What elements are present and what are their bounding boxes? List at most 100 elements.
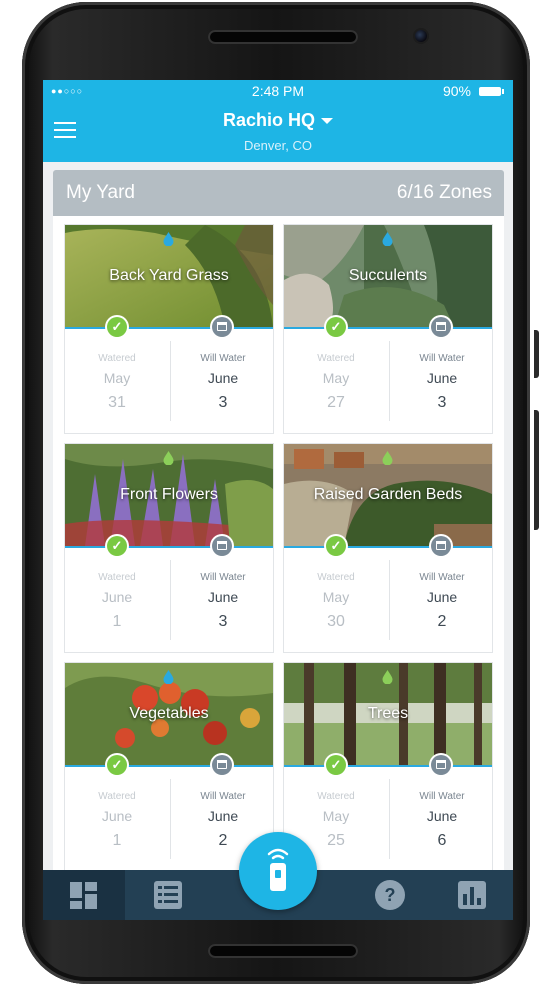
drop-shape xyxy=(382,670,393,684)
will-water-label: Will Water xyxy=(200,353,246,364)
calendar-icon xyxy=(431,317,451,337)
svg-text:?: ? xyxy=(385,885,396,905)
calendar-icon xyxy=(212,536,232,556)
will-water-month: June xyxy=(426,589,458,605)
water-drop-icon xyxy=(382,670,393,684)
app-header: Rachio HQ Denver, CO xyxy=(43,102,513,162)
nav-tab-reports[interactable] xyxy=(431,870,513,920)
yard-summary-bar: My Yard 6/16 Zones xyxy=(53,170,504,216)
will-water-day: 6 xyxy=(437,832,447,849)
zone-name: Trees xyxy=(367,705,409,722)
remote-control-icon xyxy=(267,848,289,891)
will-water-day: 2 xyxy=(437,613,447,630)
battery-percent: 90% xyxy=(442,83,471,99)
status-bar: ●●○○○ 2:48 PM 90% xyxy=(43,80,513,102)
list-icon xyxy=(154,881,182,909)
drop-shape xyxy=(163,451,174,465)
watered-month: June xyxy=(101,589,133,605)
watered-day: 1 xyxy=(112,613,122,630)
watered-check-icon: ✓ xyxy=(107,536,127,556)
will-water-label: Will Water xyxy=(200,791,246,802)
water-drop-icon xyxy=(163,451,174,465)
watered-month: May xyxy=(322,589,350,605)
zone-card[interactable]: Raised Garden Beds ✓ Watered May 30 Will… xyxy=(283,443,493,653)
nav-tab-dashboard[interactable] xyxy=(43,870,125,920)
water-drop-icon xyxy=(163,670,174,684)
will-water-day: 3 xyxy=(437,394,447,411)
watered-column: Watered June 1 xyxy=(65,572,169,631)
will-water-day: 3 xyxy=(218,613,228,630)
drop-shape xyxy=(382,232,393,246)
dashboard-icon xyxy=(70,882,97,909)
will-water-label: Will Water xyxy=(419,791,465,802)
watered-month: May xyxy=(322,370,350,386)
watered-check-icon: ✓ xyxy=(326,755,346,775)
zone-card[interactable]: Front Flowers ✓ Watered June 1 Will Wate… xyxy=(64,443,274,653)
drop-shape xyxy=(163,670,174,684)
watered-column: Watered June 1 xyxy=(65,791,169,850)
will-water-label: Will Water xyxy=(419,353,465,364)
zone-card[interactable]: Back Yard Grass ✓ Watered May 31 Will Wa… xyxy=(64,224,274,434)
remote-control-button[interactable] xyxy=(239,832,317,910)
location-selector[interactable]: Rachio HQ xyxy=(43,110,513,131)
watered-check-icon: ✓ xyxy=(107,317,127,337)
watered-column: Watered May 30 xyxy=(284,572,388,631)
watered-check-icon: ✓ xyxy=(326,536,346,556)
will-water-column: Will Water June 3 xyxy=(171,572,275,631)
will-water-month: June xyxy=(207,808,239,824)
watered-day: 31 xyxy=(108,394,126,411)
watered-label: Watered xyxy=(317,791,355,802)
watered-label: Watered xyxy=(98,791,136,802)
drop-shape xyxy=(382,451,393,465)
zones-count: 6/16 Zones xyxy=(396,182,492,203)
watered-month: May xyxy=(103,370,131,386)
will-water-column: Will Water June 3 xyxy=(171,353,275,412)
location-title: Rachio HQ xyxy=(222,110,315,130)
will-water-column: Will Water June 2 xyxy=(390,572,494,631)
zone-name: Front Flowers xyxy=(120,486,218,503)
calendar-icon xyxy=(212,317,232,337)
photo-divider xyxy=(65,546,273,548)
calendar-icon xyxy=(431,536,451,556)
bottom-speaker xyxy=(208,944,358,958)
will-water-month: June xyxy=(426,370,458,386)
watered-check-icon: ✓ xyxy=(326,317,346,337)
will-water-month: June xyxy=(207,589,239,605)
will-water-month: June xyxy=(426,808,458,824)
photo-divider xyxy=(284,546,492,548)
location-subtitle: Denver, CO xyxy=(244,138,312,153)
volume-button xyxy=(534,410,539,530)
watered-label: Watered xyxy=(98,353,136,364)
zone-name: Raised Garden Beds xyxy=(313,486,463,503)
battery-icon xyxy=(479,87,504,96)
photo-divider xyxy=(65,765,273,767)
photo-divider xyxy=(284,765,492,767)
watered-check-icon: ✓ xyxy=(107,755,127,775)
caret-down-icon xyxy=(321,118,333,125)
watered-label: Watered xyxy=(98,572,136,583)
yard-title: My Yard xyxy=(66,182,135,203)
watered-column: Watered May 27 xyxy=(284,353,388,412)
power-button xyxy=(534,330,539,378)
zone-name: Succulents xyxy=(348,267,428,284)
zone-card[interactable]: Succulents ✓ Watered May 27 Will Water J… xyxy=(283,224,493,434)
watered-month: May xyxy=(322,808,350,824)
front-camera xyxy=(415,30,427,42)
zone-name: Back Yard Grass xyxy=(109,267,229,284)
will-water-column: Will Water June 3 xyxy=(390,353,494,412)
will-water-label: Will Water xyxy=(200,572,246,583)
will-water-day: 3 xyxy=(218,394,228,411)
photo-divider xyxy=(65,327,273,329)
zone-name: Vegetables xyxy=(129,705,209,722)
will-water-month: June xyxy=(207,370,239,386)
watered-column: Watered May 31 xyxy=(65,353,169,412)
water-drop-icon xyxy=(163,232,174,246)
watered-label: Watered xyxy=(317,353,355,364)
nav-tab-list[interactable] xyxy=(127,870,209,920)
help-icon: ? xyxy=(375,880,405,910)
nav-tab-help[interactable]: ? xyxy=(349,870,431,920)
drop-shape xyxy=(163,232,174,246)
photo-divider xyxy=(284,327,492,329)
will-water-column: Will Water June 6 xyxy=(390,791,494,850)
watered-month: June xyxy=(101,808,133,824)
